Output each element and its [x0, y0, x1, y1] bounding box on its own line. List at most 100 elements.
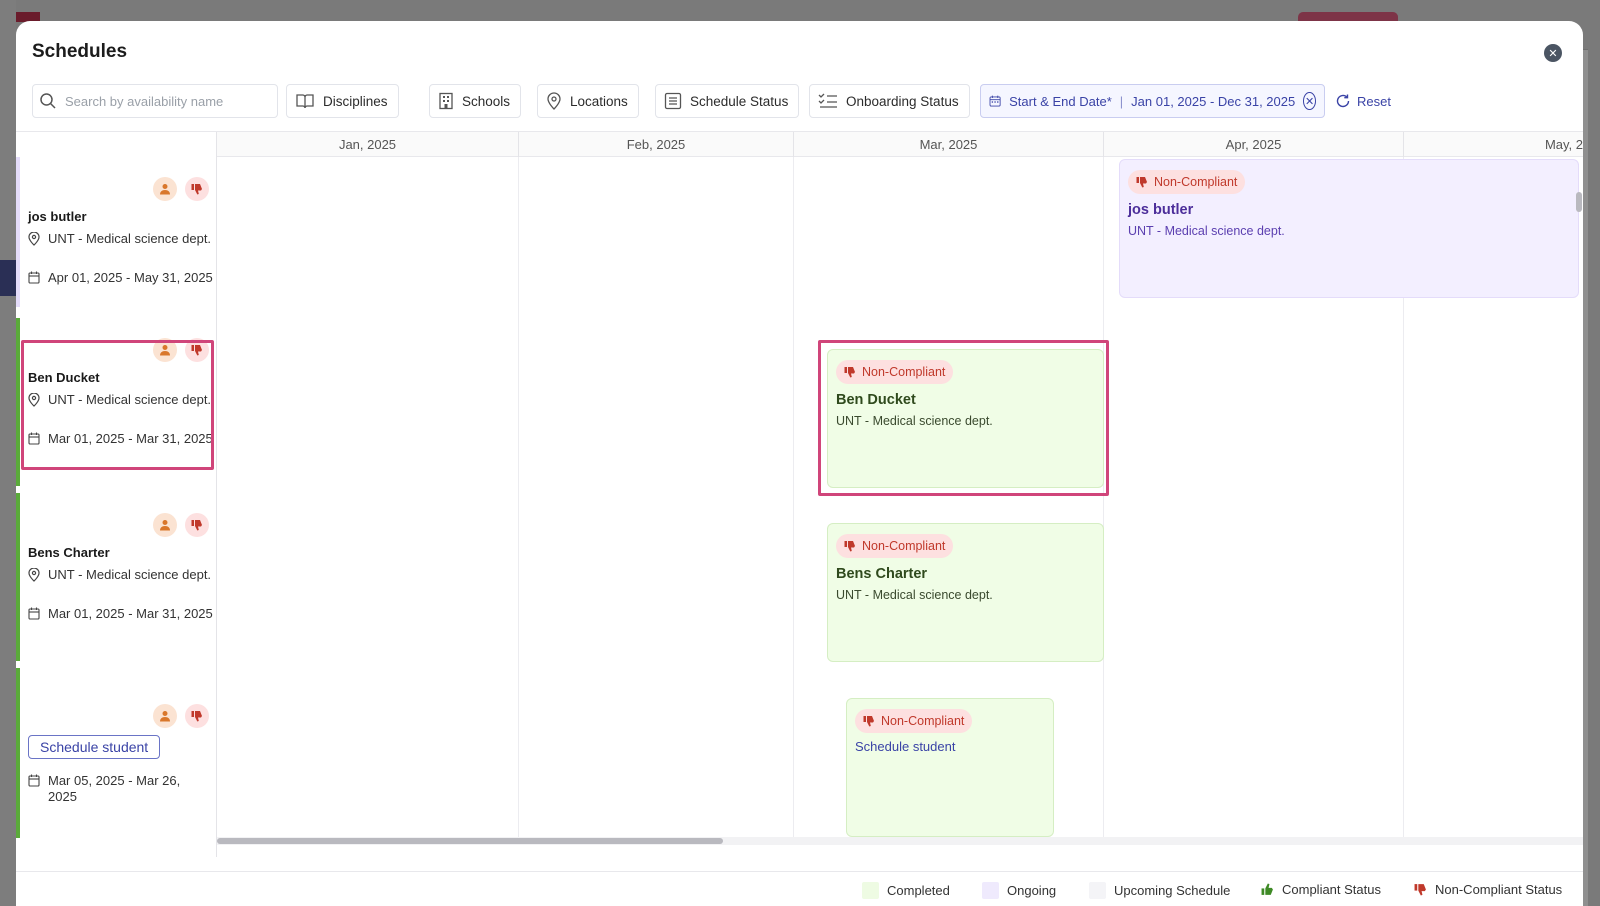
upcoming-swatch: [1089, 882, 1106, 899]
people-column: jos butler UNT - Medical science dept. A…: [16, 132, 217, 857]
location-pin-icon: [28, 232, 40, 246]
background-sidebar: [0, 0, 16, 906]
month-label: May, 2: [1403, 132, 1583, 157]
search-field[interactable]: [32, 84, 278, 118]
thumbs-down-icon: [844, 367, 855, 378]
horizontal-scrollbar[interactable]: [217, 837, 1583, 845]
date-text: Apr 01, 2025 - May 31, 2025: [48, 270, 213, 285]
onboarding-status-label: Onboarding Status: [846, 93, 959, 109]
grid-line: [518, 157, 519, 837]
reset-label: Reset: [1357, 93, 1391, 109]
row-status-icons: [153, 704, 209, 728]
schedule-student-link[interactable]: Schedule student: [855, 739, 1045, 754]
row-status-icons: [153, 177, 209, 201]
status-bar: [16, 493, 20, 661]
badge-label: Non-Compliant: [881, 714, 965, 728]
calendar-icon: [989, 95, 1001, 107]
month-label: Mar, 2025: [793, 132, 1103, 157]
event-department: UNT - Medical science dept.: [836, 588, 993, 602]
date-range-value: Jan 01, 2025 - Dec 31, 2025: [1131, 93, 1296, 109]
non-compliant-badge: Non-Compliant: [836, 534, 954, 558]
calendar-icon: [28, 607, 40, 620]
row-status-icons: [153, 513, 209, 537]
schedule-event-card[interactable]: Non-Compliant Schedule student: [846, 698, 1054, 837]
person-dates: Mar 01, 2025 - Mar 31, 2025: [28, 606, 213, 622]
clear-date-icon[interactable]: ✕: [1303, 92, 1316, 110]
month-label: Jan, 2025: [338, 137, 397, 152]
person-icon: [153, 513, 177, 537]
schedule-row[interactable]: jos butler UNT - Medical science dept. A…: [16, 157, 217, 307]
location-pin-icon: [547, 92, 561, 110]
completed-swatch: [862, 882, 879, 899]
schools-filter-button[interactable]: Schools: [429, 84, 522, 118]
modal-title: Schedules: [32, 41, 128, 62]
disciplines-label: Disciplines: [323, 93, 388, 109]
disciplines-filter-button[interactable]: Disciplines: [286, 84, 399, 118]
badge-label: Non-Compliant: [862, 365, 946, 379]
schedule-status-filter-button[interactable]: Schedule Status: [655, 84, 800, 118]
grid-line: [793, 157, 794, 837]
book-icon: [296, 94, 314, 109]
schedule-event-card[interactable]: Non-Compliant jos butler UNT - Medical s…: [1119, 159, 1579, 298]
onboarding-status-filter-button[interactable]: Onboarding Status: [809, 84, 970, 118]
legend-non-compliant: Non-Compliant Status: [1414, 882, 1562, 897]
legend-label: Ongoing: [1007, 883, 1057, 898]
non-compliant-badge: Non-Compliant: [1128, 170, 1246, 194]
grid-line: [1103, 157, 1104, 837]
legend-label: Upcoming Schedule: [1114, 883, 1231, 898]
selection-highlight: [21, 340, 214, 470]
event-person-name: Ben Ducket: [836, 392, 916, 408]
thumbs-down-icon: [185, 513, 209, 537]
thumbs-down-icon: [185, 177, 209, 201]
schedule-status-label: Schedule Status: [690, 93, 789, 109]
thumbs-down-icon: [1414, 884, 1426, 896]
list-icon: [664, 92, 682, 110]
search-input[interactable]: [65, 93, 265, 109]
location-pin-icon: [28, 568, 40, 582]
date-range-filter[interactable]: Start & End Date* | Jan 01, 2025 - Dec 3…: [980, 84, 1325, 118]
event-department: UNT - Medical science dept.: [836, 414, 993, 428]
legend-completed: Completed: [862, 882, 950, 899]
thumbs-down-icon: [185, 704, 209, 728]
location-text: UNT - Medical science dept.: [48, 231, 212, 246]
person-location: UNT - Medical science dept.: [28, 231, 213, 247]
person-dates: Mar 05, 2025 - Mar 26, 2025: [28, 773, 213, 805]
legend-compliant: Compliant Status: [1261, 882, 1381, 897]
refresh-icon: [1336, 94, 1350, 108]
schedules-modal: Schedules ✕ Disciplines Schools Location…: [16, 21, 1583, 906]
non-compliant-badge: Non-Compliant: [855, 709, 973, 733]
status-legend: Completed Ongoing Upcoming Schedule Comp…: [16, 871, 1583, 906]
person-icon: [153, 177, 177, 201]
month-header: Jan, 2025 Feb, 2025 Mar, 2025 Apr, 2025 …: [217, 132, 1583, 157]
schedule-row[interactable]: Schedule student Mar 05, 2025 - Mar 26, …: [16, 668, 217, 838]
schedule-event-card[interactable]: Non-Compliant Ben Ducket UNT - Medical s…: [827, 349, 1104, 488]
badge-label: Non-Compliant: [862, 539, 946, 553]
checklist-icon: [818, 93, 837, 108]
close-icon[interactable]: ✕: [1544, 44, 1562, 62]
locations-filter-button[interactable]: Locations: [537, 84, 639, 118]
schedule-student-button[interactable]: Schedule student: [28, 735, 161, 759]
badge-label: Non-Compliant: [1154, 175, 1238, 189]
status-bar: [16, 318, 20, 486]
legend-upcoming: Upcoming Schedule: [1089, 882, 1230, 899]
person-name: Bens Charter: [28, 545, 110, 560]
horizontal-scroll-thumb[interactable]: [217, 838, 723, 844]
schedule-event-card[interactable]: Non-Compliant Bens Charter UNT - Medical…: [827, 523, 1104, 662]
event-person-name: jos butler: [1128, 202, 1194, 218]
date-text: Mar 05, 2025 - Mar 26, 2025: [48, 773, 181, 804]
status-bar: [16, 157, 20, 307]
month-label: Feb, 2025: [518, 132, 793, 157]
month-label: Apr, 2025: [1103, 132, 1403, 157]
building-icon: [439, 92, 453, 110]
calendar-icon: [28, 271, 40, 284]
person-name: jos butler: [28, 209, 87, 224]
vertical-scrollbar[interactable]: [1576, 192, 1582, 212]
legend-label: Completed: [887, 883, 950, 898]
date-text: Mar 01, 2025 - Mar 31, 2025: [48, 606, 213, 621]
reset-button[interactable]: Reset: [1335, 84, 1391, 118]
schedule-timeline: Jan, 2025 Feb, 2025 Mar, 2025 Apr, 2025 …: [16, 131, 1583, 871]
thumbs-down-icon: [844, 541, 855, 552]
locations-label: Locations: [570, 93, 628, 109]
schedule-row[interactable]: Bens Charter UNT - Medical science dept.…: [16, 493, 217, 661]
schools-label: Schools: [462, 93, 511, 109]
